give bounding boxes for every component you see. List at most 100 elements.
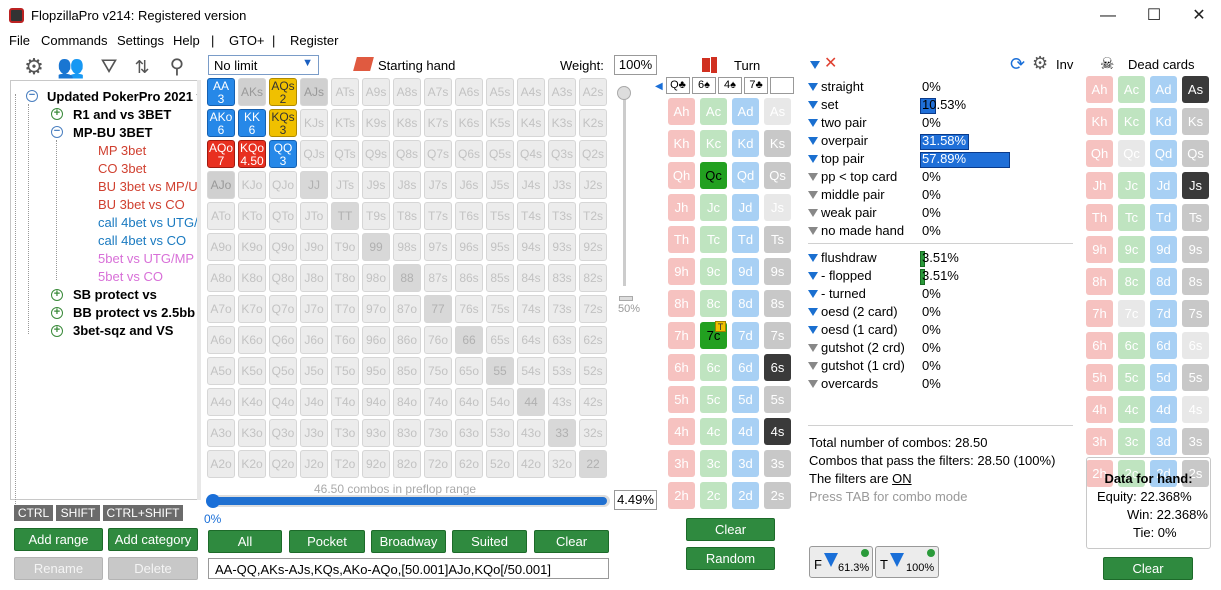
hand-cell-74s[interactable]: 74s xyxy=(517,295,545,323)
expand-icon[interactable]: + xyxy=(51,108,63,120)
dead-card-6h[interactable]: 6h xyxy=(1086,332,1113,359)
stat-row-rows-1[interactable]: set xyxy=(808,97,838,112)
hand-cell-52s[interactable]: 52s xyxy=(579,357,607,385)
hand-cell-87s[interactable]: 87s xyxy=(424,264,452,292)
tree-item-call4utg[interactable]: call 4bet vs UTG/ xyxy=(98,215,198,230)
hand-cell-AQo[interactable]: AQo 7 xyxy=(207,140,235,168)
weight-input[interactable]: 100% xyxy=(614,55,657,75)
tree-item-mpbu[interactable]: MP-BU 3BET xyxy=(73,125,152,140)
hand-cell-A3s[interactable]: A3s xyxy=(548,78,576,106)
hand-cell-Q6o[interactable]: Q6o xyxy=(269,326,297,354)
board-card-6h[interactable]: 6h xyxy=(668,354,695,381)
filter-icon[interactable] xyxy=(808,271,818,280)
filter-icon[interactable] xyxy=(808,325,818,334)
board-card-7s[interactable]: 7s xyxy=(764,322,791,349)
hand-cell-75o[interactable]: 75o xyxy=(424,357,452,385)
hand-cell-T8s[interactable]: T8s xyxy=(393,202,421,230)
hand-cell-A9o[interactable]: A9o xyxy=(207,233,235,261)
hand-cell-84o[interactable]: 84o xyxy=(393,388,421,416)
hand-cell-A5o[interactable]: A5o xyxy=(207,357,235,385)
hand-cell-A5s[interactable]: A5s xyxy=(486,78,514,106)
hand-cell-76o[interactable]: 76o xyxy=(424,326,452,354)
board-card-8h[interactable]: 8h xyxy=(668,290,695,317)
hand-cell-J6s[interactable]: J6s xyxy=(455,171,483,199)
hand-cell-T9s[interactable]: T9s xyxy=(362,202,390,230)
filter-icon[interactable] xyxy=(808,379,818,388)
hand-cell-K9o[interactable]: K9o xyxy=(238,233,266,261)
board-card-Qd[interactable]: Qd xyxy=(732,162,759,189)
board-card-2c[interactable]: 2c xyxy=(700,482,727,509)
hand-cell-92o[interactable]: 92o xyxy=(362,450,390,478)
board-card-2h[interactable]: 2h xyxy=(668,482,695,509)
hand-cell-Q9s[interactable]: Q9s xyxy=(362,140,390,168)
dead-card-9d[interactable]: 9d xyxy=(1150,236,1177,263)
hand-cell-97s[interactable]: 97s xyxy=(424,233,452,261)
dead-card-Js[interactable]: Js xyxy=(1182,172,1209,199)
dead-card-7h[interactable]: 7h xyxy=(1086,300,1113,327)
hand-cell-54o[interactable]: 54o xyxy=(486,388,514,416)
filter-icon[interactable] xyxy=(808,82,818,91)
hand-cell-A4o[interactable]: A4o xyxy=(207,388,235,416)
limit-select[interactable]: No limit ▼ xyxy=(208,55,319,75)
dead-card-Jd[interactable]: Jd xyxy=(1150,172,1177,199)
hand-cell-43s[interactable]: 43s xyxy=(548,388,576,416)
hand-cell-A6s[interactable]: A6s xyxy=(455,78,483,106)
hand-cell-T5o[interactable]: T5o xyxy=(331,357,359,385)
hand-cell-Q3s[interactable]: Q3s xyxy=(548,140,576,168)
hand-cell-32o[interactable]: 32o xyxy=(548,450,576,478)
board-card-Kd[interactable]: Kd xyxy=(732,130,759,157)
tree-item-mp3[interactable]: MP 3bet xyxy=(98,143,146,158)
menu-help[interactable]: Help xyxy=(173,33,200,48)
dead-card-3d[interactable]: 3d xyxy=(1150,428,1177,455)
dead-card-Td[interactable]: Td xyxy=(1150,204,1177,231)
board-card-Tc[interactable]: Tc xyxy=(700,226,727,253)
dead-card-5h[interactable]: 5h xyxy=(1086,364,1113,391)
board-card-5s[interactable]: 5s xyxy=(764,386,791,413)
board-card-Js[interactable]: Js xyxy=(764,194,791,221)
hand-cell-97o[interactable]: 97o xyxy=(362,295,390,323)
board-card-Ts[interactable]: Ts xyxy=(764,226,791,253)
hand-cell-A8s[interactable]: A8s xyxy=(393,78,421,106)
hand-cell-K2o[interactable]: K2o xyxy=(238,450,266,478)
hand-cell-87o[interactable]: 87o xyxy=(393,295,421,323)
close-button[interactable]: ✕ xyxy=(1176,2,1221,30)
filter-icon[interactable] xyxy=(808,226,818,235)
dead-card-5s[interactable]: 5s xyxy=(1182,364,1209,391)
menu-commands[interactable]: Commands xyxy=(41,33,107,48)
dead-card-9h[interactable]: 9h xyxy=(1086,236,1113,263)
stat-row-draws-0[interactable]: flushdraw xyxy=(808,250,877,265)
filter-icon[interactable] xyxy=(808,118,818,127)
stat-row-draws-2[interactable]: - turned xyxy=(808,286,866,301)
hand-cell-T6s[interactable]: T6s xyxy=(455,202,483,230)
hand-cell-82s[interactable]: 82s xyxy=(579,264,607,292)
stat-row-draws-3[interactable]: oesd (2 card) xyxy=(808,304,898,319)
hand-cell-A8o[interactable]: A8o xyxy=(207,264,235,292)
board-card-Kc[interactable]: Kc xyxy=(700,130,727,157)
board-card-Jc[interactable]: Jc xyxy=(700,194,727,221)
dead-card-As[interactable]: As xyxy=(1182,76,1209,103)
dead-card-Ac[interactable]: Ac xyxy=(1118,76,1145,103)
hand-cell-A7s[interactable]: A7s xyxy=(424,78,452,106)
hand-cell-QQ[interactable]: QQ 3 xyxy=(269,140,297,168)
board-card-2s[interactable]: 2s xyxy=(764,482,791,509)
board-card-4c[interactable]: 4c xyxy=(700,418,727,445)
menu-settings[interactable]: Settings xyxy=(117,33,164,48)
hand-cell-54s[interactable]: 54s xyxy=(517,357,545,385)
stat-row-rows-0[interactable]: straight xyxy=(808,79,864,94)
hand-cell-73o[interactable]: 73o xyxy=(424,419,452,447)
board-card-9d[interactable]: 9d xyxy=(732,258,759,285)
tree-item-sqz[interactable]: 3bet-sqz and VS xyxy=(73,323,173,338)
dead-card-4d[interactable]: 4d xyxy=(1150,396,1177,423)
hand-cell-62s[interactable]: 62s xyxy=(579,326,607,354)
hand-cell-65s[interactable]: 65s xyxy=(486,326,514,354)
hand-cell-T3o[interactable]: T3o xyxy=(331,419,359,447)
board-card-7d[interactable]: 7d xyxy=(732,322,759,349)
stat-row-draws-1[interactable]: - flopped xyxy=(808,268,872,283)
hand-cell-K7s[interactable]: K7s xyxy=(424,109,452,137)
board-card-5c[interactable]: 5c xyxy=(700,386,727,413)
hand-cell-K9s[interactable]: K9s xyxy=(362,109,390,137)
hand-cell-K8o[interactable]: K8o xyxy=(238,264,266,292)
dead-card-8h[interactable]: 8h xyxy=(1086,268,1113,295)
board-card-6d[interactable]: 6d xyxy=(732,354,759,381)
import-export-icon[interactable]: ⇅ xyxy=(128,54,156,80)
